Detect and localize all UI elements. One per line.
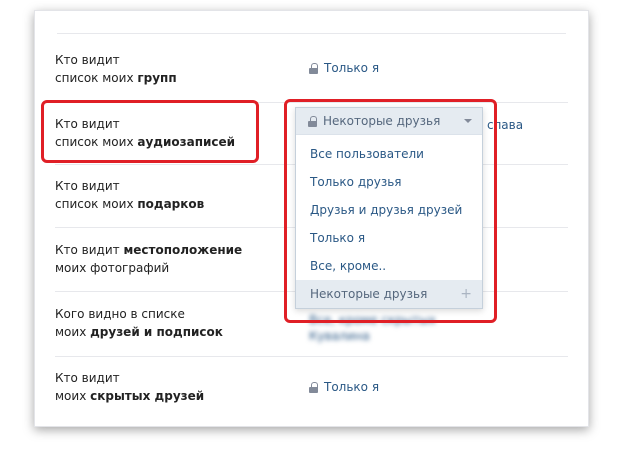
- privacy-value-hidden-friends[interactable]: Только я: [309, 378, 379, 396]
- lock-icon: [309, 381, 318, 393]
- label-line2: список моих групп: [55, 71, 177, 85]
- label-line1: Кто видит местоположение: [55, 243, 243, 257]
- highlight-frame-dropdown: [284, 99, 497, 323]
- label-line2: моих фотографий: [55, 261, 170, 275]
- privacy-value-groups[interactable]: Только я: [309, 59, 379, 77]
- setting-label: Кто видит список моих групп: [55, 51, 275, 87]
- label-line2: список моих подарков: [55, 197, 205, 211]
- label-line1: Кто видит: [55, 179, 120, 193]
- label-line2: моих друзей и подписок: [55, 325, 223, 339]
- setting-label: Кого видно в списке моих друзей и подпис…: [55, 305, 275, 341]
- setting-label: Кто видит моих скрытых друзей: [55, 369, 275, 405]
- privacy-value-text: Только я: [324, 380, 380, 394]
- label-line1: Кто видит: [55, 371, 120, 385]
- label-line1: Кого видно в списке: [55, 307, 185, 321]
- setting-label: Кто видит список моих подарков: [55, 177, 275, 213]
- lock-icon: [309, 62, 318, 74]
- blurred-value-2: Кувалина: [309, 329, 370, 343]
- label-line2: моих скрытых друзей: [55, 389, 205, 403]
- label-line1: Кто видит: [55, 53, 120, 67]
- highlight-frame-label: [41, 100, 259, 163]
- row-divider: [55, 356, 568, 357]
- top-divider: [57, 33, 566, 34]
- privacy-value-text: Только я: [324, 61, 380, 75]
- setting-label: Кто видит местоположение моих фотографий: [55, 241, 275, 277]
